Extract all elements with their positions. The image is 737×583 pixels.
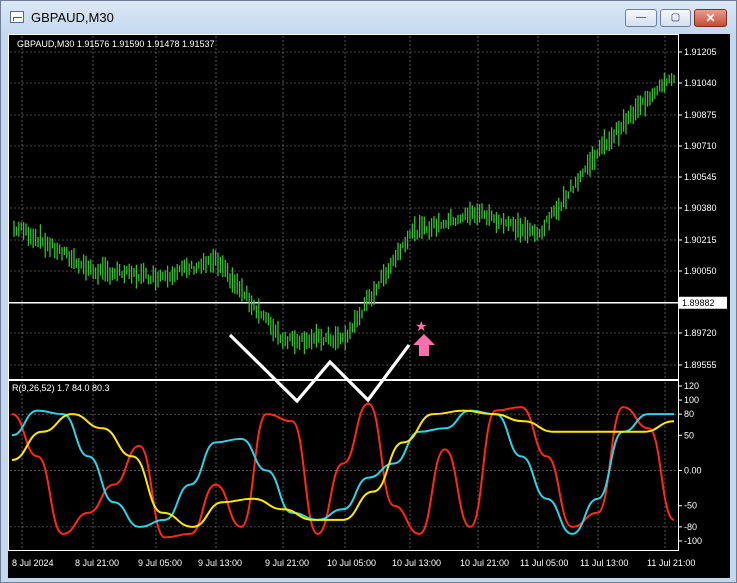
time-tick-label: 10 Jul 13:00 (392, 558, 441, 568)
price-tick-label: 1.90215 (684, 235, 717, 245)
minimize-button[interactable]: — (625, 9, 657, 27)
price-panel-border (8, 34, 679, 380)
indicator-header: R(9,26,52) 1.7 84.0 80.3 (12, 383, 110, 393)
chart-window-icon (10, 11, 24, 23)
indicator-tick-label: 120 (684, 381, 699, 391)
arrow-up-icon (413, 334, 435, 356)
maximize-button[interactable]: ▢ (660, 9, 691, 27)
window-title: GBPAUD,M30 (31, 10, 114, 25)
symbol-header: GBPAUD,M30 1.91576 1.91590 1.91478 1.915… (17, 39, 214, 49)
chart-area[interactable]: ★ 8 Jul 2024 8 Jul 21:00 9 Jul 05:00 9 Jul … (8, 34, 730, 578)
price-chart[interactable]: ★ 8 Jul 2024 8 Jul 21:00 9 Jul 05:00 9 Jul … (8, 34, 730, 578)
pattern-annotation: ★ (228, 319, 435, 404)
indicator-tick-label: -100 (684, 536, 702, 546)
price-tick-label: 1.91040 (684, 78, 717, 88)
price-tick-label: 1.89555 (684, 360, 717, 370)
price-tick-label: 1.90545 (684, 172, 717, 182)
star-icon: ★ (415, 319, 428, 335)
chart-window: GBPAUD,M30 — ▢ ✕ ★ 8 Jul 2024 8 Jul 21:00… (0, 0, 737, 583)
time-tick-label: 9 Jul 13:00 (198, 558, 242, 568)
current-price-label: 1.89882 (682, 298, 715, 308)
window-titlebar[interactable]: GBPAUD,M30 — ▢ ✕ (1, 1, 736, 34)
indicator-tick-label: 0.00 (684, 466, 702, 476)
time-tick-label: 9 Jul 21:00 (265, 558, 309, 568)
time-tick-label: 11 Jul 05:00 (520, 558, 568, 568)
time-tick-label: 8 Jul 2024 (12, 558, 54, 568)
price-tick-label: 1.89720 (684, 328, 717, 338)
price-tick-label: 1.90710 (684, 141, 717, 151)
indicator-tick-label: 80 (684, 409, 694, 419)
axis-labels: 8 Jul 2024 8 Jul 21:00 9 Jul 05:00 9 Jul 13… (12, 47, 727, 568)
close-button[interactable]: ✕ (694, 9, 727, 27)
price-tick-label: 1.90380 (684, 203, 717, 213)
time-tick-label: 8 Jul 21:00 (75, 558, 119, 568)
time-tick-label: 10 Jul 21:00 (460, 558, 509, 568)
price-tick-label: 1.90050 (684, 266, 717, 276)
price-tick-label: 1.91205 (684, 47, 717, 57)
indicator-tick-label: -80 (684, 522, 697, 532)
w-pattern-line (228, 333, 411, 404)
time-tick-label: 11 Jul 21:00 (647, 558, 695, 568)
grid-lines (9, 36, 678, 549)
indicator-tick-label: -50 (684, 501, 697, 511)
price-tick-label: 1.90875 (684, 110, 717, 120)
indicator-line-mid (11, 409, 674, 535)
indicator-tick-label: 100 (684, 395, 699, 405)
time-tick-label: 10 Jul 05:00 (327, 558, 376, 568)
time-tick-label: 9 Jul 05:00 (138, 558, 182, 568)
time-tick-label: 11 Jul 13:00 (580, 558, 628, 568)
indicator-tick-label: 50 (684, 430, 694, 440)
